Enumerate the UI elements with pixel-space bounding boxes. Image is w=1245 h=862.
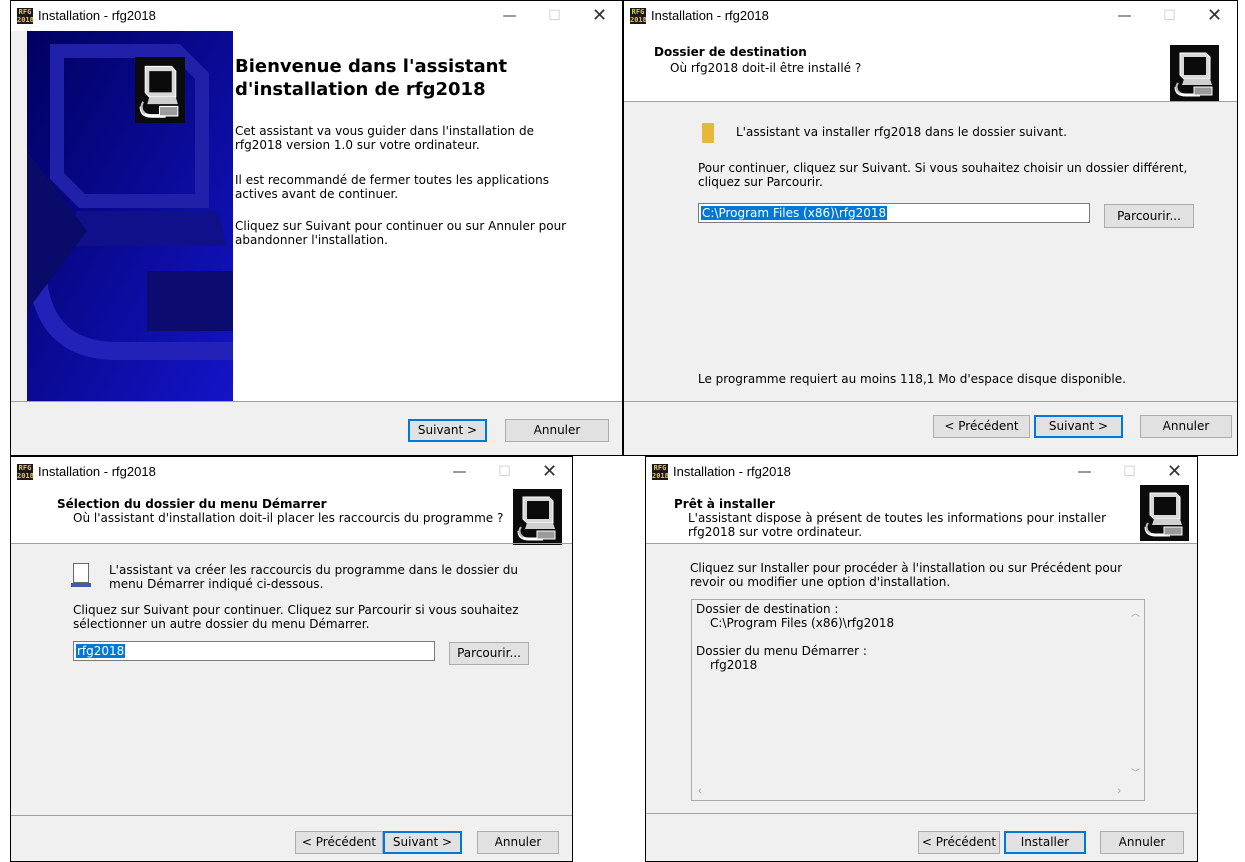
page-header: Prêt à installer L'assistant dispose à p… — [646, 487, 1197, 543]
welcome-heading: Bienvenue dans l'assistant d'installatio… — [235, 56, 508, 100]
ready-instructions: Cliquez sur Installer pour procéder à l'… — [690, 561, 1123, 589]
vertical-scrollbar[interactable]: ︿ ﹀ — [1127, 600, 1144, 783]
window-title: Installation - rfg2018 — [38, 8, 156, 23]
shortcut-folder-icon — [73, 563, 89, 583]
close-button[interactable]: ✕ — [1152, 457, 1197, 487]
destination-instructions: Pour continuer, cliquez sur Suivant. Si … — [698, 161, 1188, 189]
start-menu-folder-input[interactable]: rfg2018 — [73, 641, 435, 661]
cancel-button[interactable]: Annuler — [477, 831, 559, 854]
next-button[interactable]: Suivant > — [1034, 415, 1123, 438]
cancel-button[interactable]: Annuler — [505, 419, 609, 442]
maximize-button[interactable]: ☐ — [532, 1, 577, 31]
summary-menu-value: rfg2018 — [710, 658, 758, 672]
page-title: Sélection du dossier du menu Démarrer — [57, 497, 327, 511]
minimize-button[interactable]: — — [1102, 1, 1147, 31]
next-button[interactable]: Suivant > — [383, 831, 462, 854]
back-button[interactable]: < Précédent — [918, 831, 1000, 854]
window-title: Installation - rfg2018 — [673, 464, 791, 479]
title-bar[interactable]: RFG 2018 Installation - rfg2018 — ☐ ✕ — [646, 457, 1197, 487]
cancel-button[interactable]: Annuler — [1140, 415, 1232, 438]
page-title: Dossier de destination — [654, 45, 807, 59]
welcome-para-3: Cliquez sur Suivant pour continuer ou su… — [235, 219, 567, 247]
app-icon: RFG 2018 — [17, 8, 34, 24]
browse-button[interactable]: Parcourir... — [449, 642, 529, 665]
close-button[interactable]: ✕ — [527, 457, 572, 487]
app-icon: RFG 2018 — [630, 8, 647, 24]
install-button[interactable]: Installer — [1004, 831, 1086, 854]
page-title: Prêt à installer — [674, 497, 775, 511]
disk-space-note: Le programme requiert au moins 118,1 Mo … — [698, 372, 1126, 386]
header-separator — [624, 101, 1237, 102]
destination-info: L'assistant va installer rfg2018 dans le… — [736, 125, 1067, 139]
title-bar[interactable]: RFG 2018 Installation - rfg2018 — ☐ ✕ — [624, 1, 1237, 31]
folder-icon — [702, 123, 714, 143]
footer-separator — [11, 815, 572, 816]
welcome-window: RFG 2018 Installation - rfg2018 — ☐ ✕ Bie… — [10, 0, 623, 456]
minimize-button[interactable]: — — [437, 457, 482, 487]
minimize-button[interactable]: — — [487, 1, 532, 31]
header-separator — [11, 543, 572, 544]
page-header: Dossier de destination Où rfg2018 doit-i… — [624, 31, 1237, 101]
ready-window: RFG 2018 Installation - rfg2018 — ☐ ✕ Prê… — [645, 456, 1198, 862]
horizontal-scrollbar[interactable]: ‹ › — [692, 783, 1127, 800]
browse-button[interactable]: Parcourir... — [1104, 204, 1194, 228]
title-bar[interactable]: RFG 2018 Installation - rfg2018 — ☐ ✕ — [11, 1, 622, 31]
maximize-button[interactable]: ☐ — [1147, 1, 1192, 31]
start-menu-window: RFG 2018 Installation - rfg2018 — ☐ ✕ Sél… — [10, 456, 573, 862]
title-bar[interactable]: RFG 2018 Installation - rfg2018 — ☐ ✕ — [11, 457, 572, 487]
page-header: Sélection du dossier du menu Démarrer Où… — [11, 487, 572, 543]
page-subtitle: L'assistant dispose à présent de toutes … — [688, 511, 1107, 539]
next-button[interactable]: Suivant > — [408, 419, 487, 442]
app-icon: RFG 2018 — [17, 464, 34, 480]
summary-dest-label: Dossier de destination : — [696, 602, 839, 616]
destination-path-value: C:\Program Files (x86)\rfg2018 — [701, 206, 888, 220]
minimize-button[interactable]: — — [1062, 457, 1107, 487]
installer-icon — [1170, 45, 1219, 101]
destination-window: RFG 2018 Installation - rfg2018 — ☐ ✕ Dos… — [623, 0, 1238, 456]
close-button[interactable]: ✕ — [577, 1, 622, 31]
back-button[interactable]: < Précédent — [933, 415, 1030, 438]
scroll-left-icon[interactable]: ‹ — [698, 785, 702, 797]
back-button[interactable]: < Précédent — [295, 831, 383, 854]
wizard-banner-image — [27, 31, 233, 401]
welcome-para-1: Cet assistant va vous guider dans l'inst… — [235, 124, 534, 152]
summary-dest-value: C:\Program Files (x86)\rfg2018 — [710, 616, 895, 630]
window-title: Installation - rfg2018 — [651, 8, 769, 23]
scroll-right-icon[interactable]: › — [1117, 785, 1121, 797]
footer-separator — [624, 401, 1237, 402]
start-menu-folder-value: rfg2018 — [76, 644, 126, 658]
summary-menu-label: Dossier du menu Démarrer : — [696, 644, 867, 658]
summary-memo[interactable]: Dossier de destination : C:\Program File… — [691, 599, 1145, 801]
window-title: Installation - rfg2018 — [38, 464, 156, 479]
scroll-up-icon[interactable]: ︿ — [1131, 606, 1140, 619]
start-menu-info: L'assistant va créer les raccourcis du p… — [109, 563, 519, 591]
maximize-button[interactable]: ☐ — [1107, 457, 1152, 487]
cancel-button[interactable]: Annuler — [1100, 831, 1184, 854]
footer-separator — [11, 401, 622, 402]
installer-icon — [135, 57, 185, 123]
app-icon: RFG 2018 — [652, 464, 669, 480]
installer-icon — [513, 489, 562, 545]
installer-icon — [1140, 485, 1189, 541]
close-button[interactable]: ✕ — [1192, 1, 1237, 31]
scroll-down-icon[interactable]: ﹀ — [1131, 766, 1140, 779]
destination-path-input[interactable]: C:\Program Files (x86)\rfg2018 — [698, 203, 1090, 223]
header-separator — [646, 543, 1197, 544]
page-subtitle: Où rfg2018 doit-il être installé ? — [670, 61, 862, 75]
shortcut-folder-icon-base — [71, 583, 91, 587]
page-subtitle: Où l'assistant d'installation doit-il pl… — [73, 511, 504, 525]
footer-separator — [646, 813, 1197, 814]
start-menu-instructions: Cliquez sur Suivant pour continuer. Cliq… — [73, 603, 519, 631]
maximize-button[interactable]: ☐ — [482, 457, 527, 487]
welcome-para-2: Il est recommandé de fermer toutes les a… — [235, 173, 549, 201]
